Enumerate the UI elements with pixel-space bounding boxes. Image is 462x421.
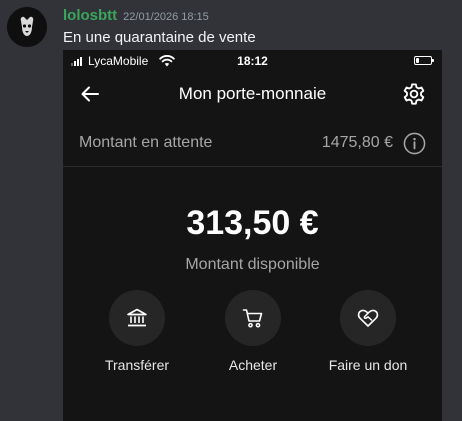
- info-icon[interactable]: [403, 132, 426, 155]
- nav-bar: Mon porte-monnaie: [63, 72, 442, 116]
- buy-label: Acheter: [228, 357, 278, 373]
- transfer-label: Transférer: [104, 357, 170, 373]
- buy-icon-circle[interactable]: [225, 290, 281, 346]
- status-time: 18:12: [237, 54, 268, 68]
- pending-amount: 1475,80 €: [321, 134, 393, 151]
- status-bar: LycaMobile 18:12: [63, 50, 442, 72]
- message-text: En une quarantaine de vente: [63, 29, 256, 46]
- pending-label: Montant en attente: [79, 134, 213, 151]
- battery-icon: [414, 56, 434, 65]
- username[interactable]: lolosbtt: [63, 7, 117, 24]
- battery-fill: [416, 58, 419, 63]
- donate-button[interactable]: Faire un don: [313, 290, 423, 380]
- avatar-image: [7, 7, 47, 47]
- page-title: Mon porte-monnaie: [178, 84, 327, 103]
- bank-icon: [127, 308, 147, 327]
- heart-handshake-icon: [357, 309, 379, 327]
- attached-screenshot[interactable]: LycaMobile 18:12 Mon porte-monnaie Monta…: [63, 50, 442, 421]
- transfer-icon-circle[interactable]: [109, 290, 165, 346]
- message-timestamp: 22/01/2026 18:15: [123, 11, 209, 23]
- available-balance: 313,50 €: [186, 204, 319, 242]
- transfer-button[interactable]: Transférer: [82, 290, 192, 380]
- message-header: lolosbtt 22/01/2026 18:15: [63, 7, 209, 27]
- donate-label: Faire un don: [328, 357, 408, 373]
- avatar[interactable]: [7, 7, 47, 47]
- cart-icon: [242, 309, 263, 328]
- available-balance-label: Montant disponible: [185, 256, 320, 273]
- gear-icon[interactable]: [401, 81, 427, 107]
- pending-amount-row: Montant en attente 1475,80 €: [63, 122, 442, 167]
- buy-button[interactable]: Acheter: [198, 290, 308, 380]
- donate-icon-circle[interactable]: [340, 290, 396, 346]
